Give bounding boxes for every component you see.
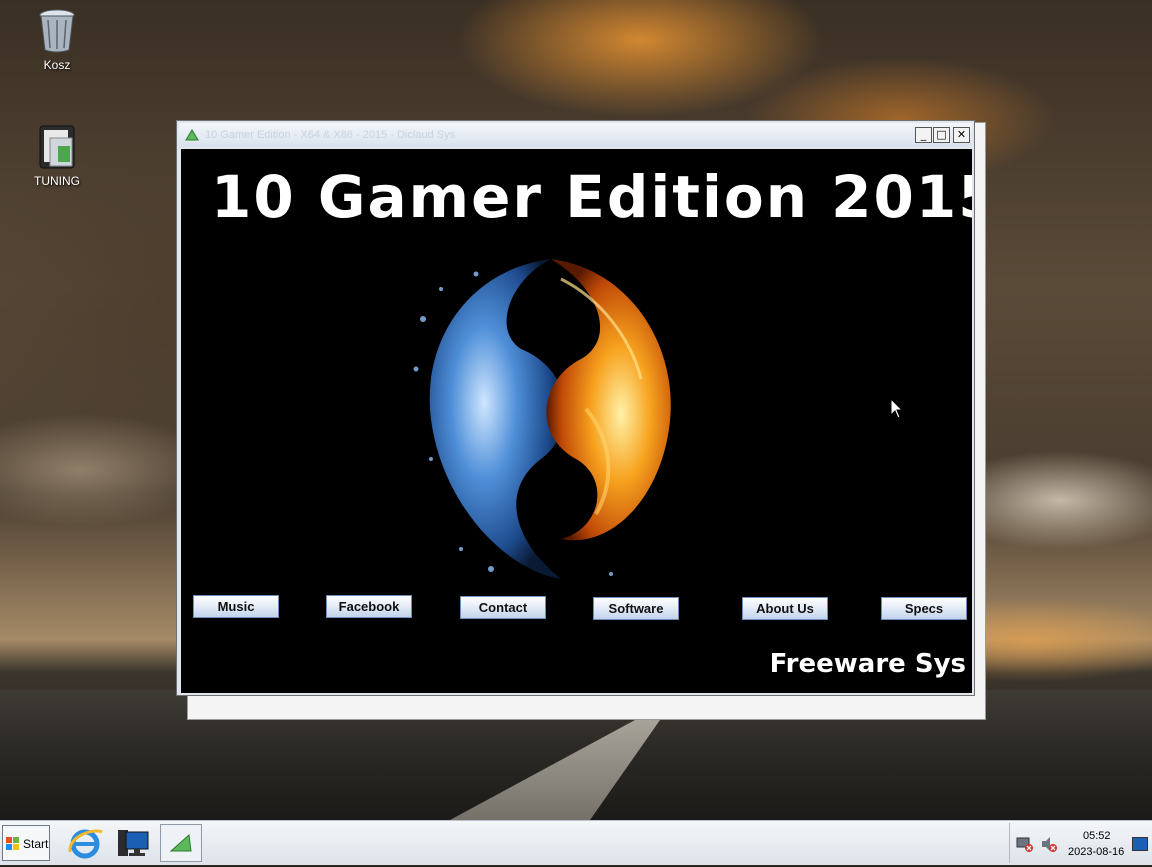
desktop-icon-label: TUNING — [34, 174, 80, 188]
app-client-area: 10 Gamer Edition 2015 Music Facebook Con… — [181, 149, 972, 693]
windows-logo-icon — [6, 837, 19, 850]
about-us-button[interactable]: About Us — [742, 597, 828, 620]
fire-water-yinyang-image — [413, 259, 671, 579]
app-icon — [185, 129, 199, 141]
show-desktop-button[interactable] — [1132, 837, 1148, 851]
music-button[interactable]: Music — [193, 595, 279, 618]
window-titlebar[interactable]: 10 Gamer Edition - X64 & X86 - 2015 - Di… — [179, 123, 972, 147]
minimize-button[interactable]: _ — [915, 127, 932, 143]
clock-date[interactable]: 2023-08-16 — [1068, 846, 1124, 858]
taskbar-computer[interactable] — [112, 824, 154, 862]
close-button[interactable]: ✕ — [953, 127, 970, 143]
start-button[interactable]: Start — [2, 825, 50, 861]
app-window: 10 Gamer Edition - X64 & X86 - 2015 - Di… — [176, 120, 975, 696]
taskbar-internet-explorer[interactable] — [64, 824, 106, 862]
window-title: 10 Gamer Edition - X64 & X86 - 2015 - Di… — [205, 129, 456, 141]
taskbar-app-active[interactable] — [160, 824, 202, 862]
desktop-icon-label: Kosz — [43, 58, 71, 72]
folder-icon — [39, 125, 75, 169]
software-button[interactable]: Software — [593, 597, 679, 620]
network-disconnected-icon[interactable] — [1016, 835, 1034, 853]
system-tray: 05:52 2023-08-16 — [1009, 823, 1152, 863]
app-icon — [169, 833, 192, 852]
app-title: 10 Gamer Edition 2015 — [211, 163, 972, 231]
footer-credit: Freeware Sys — [769, 649, 966, 679]
start-label: Start — [23, 837, 49, 851]
volume-muted-icon[interactable] — [1040, 835, 1058, 853]
mouse-cursor-icon — [890, 398, 904, 419]
clock-time[interactable]: 05:52 — [1083, 830, 1111, 842]
recycle-bin-icon — [39, 9, 75, 53]
facebook-button[interactable]: Facebook — [326, 595, 412, 618]
desktop-icon-recycle-bin[interactable]: Kosz — [17, 8, 97, 72]
internet-explorer-icon — [68, 829, 103, 859]
computer-icon — [118, 830, 149, 856]
contact-button[interactable]: Contact — [460, 596, 546, 619]
maximize-button[interactable]: □ — [933, 127, 950, 143]
specs-button[interactable]: Specs — [881, 597, 967, 620]
desktop-icon-tuning[interactable]: TUNING — [17, 124, 97, 188]
taskbar: Start 05:52 2023-08-16 — [0, 820, 1152, 865]
